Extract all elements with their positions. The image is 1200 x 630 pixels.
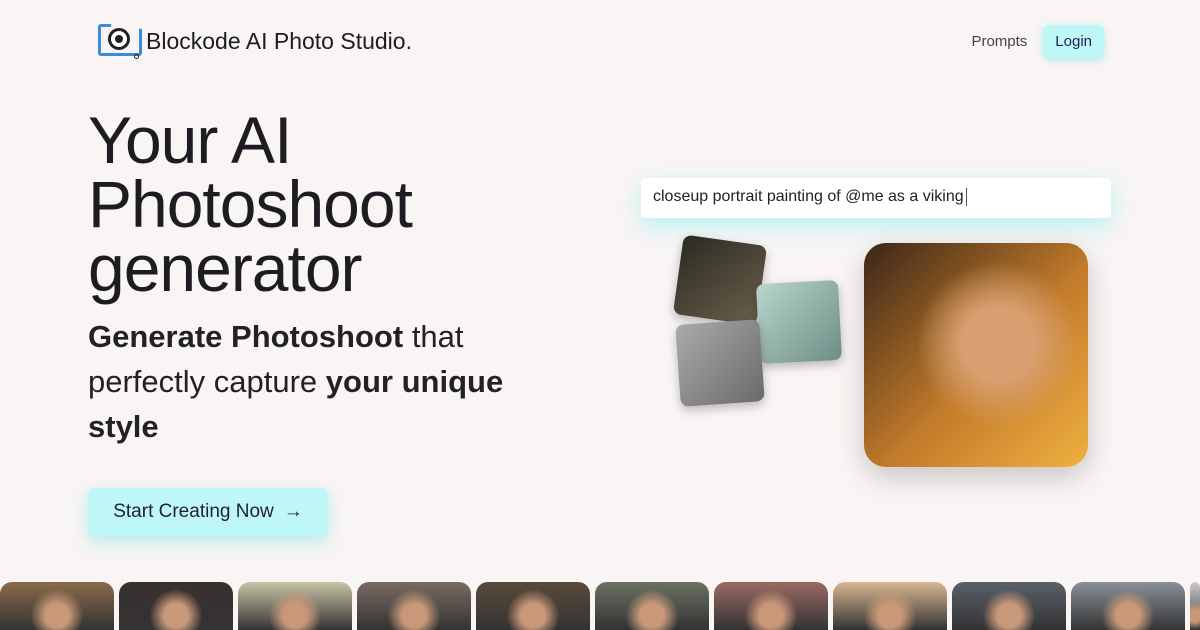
prompt-demo-input: closeup portrait painting of @me as a vi… <box>641 178 1111 218</box>
gallery-thumbnail <box>0 582 114 630</box>
top-nav: Prompts Login <box>971 25 1104 58</box>
logo[interactable]: Blockode AI Photo Studio. <box>96 22 412 60</box>
generated-viking-portrait <box>864 243 1088 467</box>
gallery-thumbnail <box>1071 582 1185 630</box>
input-photo-1 <box>672 234 768 326</box>
gallery-thumbnail <box>357 582 471 630</box>
input-photo-3 <box>675 319 765 407</box>
hero-subtitle: Generate Photoshoot that perfectly captu… <box>88 314 528 449</box>
gallery-thumbnail <box>1190 582 1200 630</box>
gallery-thumbnail <box>476 582 590 630</box>
gallery-strip <box>0 582 1200 630</box>
gallery-thumbnail <box>119 582 233 630</box>
arrow-right-icon: → <box>283 501 303 522</box>
gallery-thumbnail <box>952 582 1066 630</box>
prompt-text: closeup portrait painting of @me as a vi… <box>653 188 964 206</box>
login-button[interactable]: Login <box>1043 25 1104 58</box>
gallery-thumbnail <box>833 582 947 630</box>
nav-prompts[interactable]: Prompts <box>971 33 1027 50</box>
text-caret <box>965 188 967 206</box>
cta-label: Start Creating Now <box>113 501 274 522</box>
brand-name: Blockode AI Photo Studio. <box>146 27 412 54</box>
gallery-thumbnail <box>595 582 709 630</box>
camera-logo-icon <box>96 22 144 60</box>
gallery-thumbnail <box>714 582 828 630</box>
subtitle-bold-1: Generate Photoshoot <box>88 319 404 354</box>
start-creating-button[interactable]: Start Creating Now → <box>88 488 328 536</box>
gallery-thumbnail <box>238 582 352 630</box>
hero-title: Your AI Photoshoot generator <box>88 103 413 305</box>
input-photo-2 <box>755 279 843 365</box>
